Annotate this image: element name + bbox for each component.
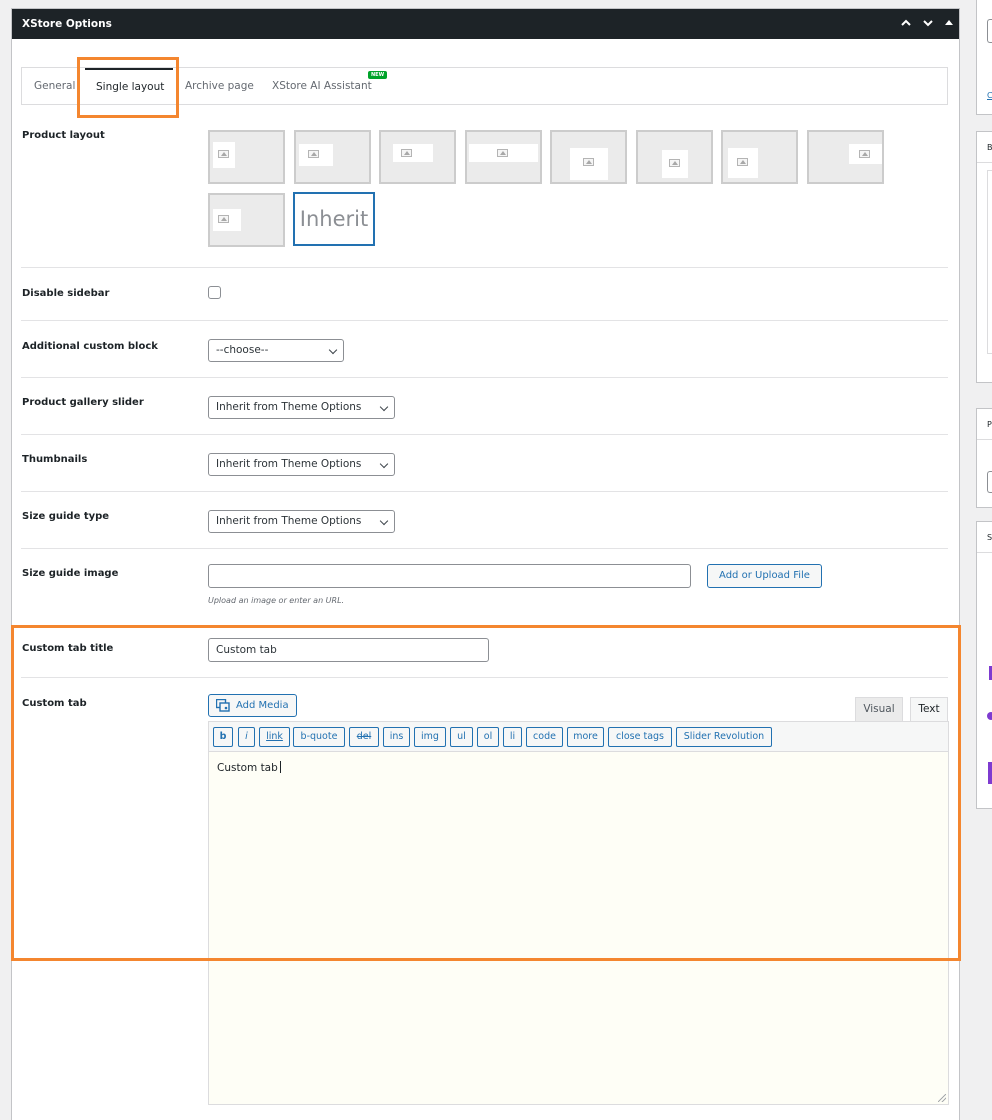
layout-option-5[interactable] [550, 130, 627, 184]
additional-custom-block-select[interactable]: --choose-- [208, 339, 344, 362]
tab-general[interactable]: General [34, 68, 75, 104]
add-media-label: Add Media [236, 700, 289, 711]
sidebar-list-box[interactable] [987, 170, 992, 354]
qt-more-button[interactable]: more [567, 727, 604, 747]
product-gallery-slider-select[interactable]: Inherit from Theme Options [208, 396, 395, 419]
row-divider [21, 377, 948, 378]
add-upload-file-button[interactable]: Add or Upload File [707, 564, 822, 588]
sidebar-panel-1: C [976, 0, 992, 115]
size-guide-type-label: Size guide type [22, 511, 110, 522]
product-layout-label: Product layout [22, 130, 105, 141]
new-badge: NEW [368, 71, 388, 79]
additional-custom-block-label: Additional custom block [22, 341, 158, 352]
product-gallery-slider-label: Product gallery slider [22, 397, 144, 408]
sidebar-panel-title: S [987, 533, 992, 542]
tab-archive-page[interactable]: Archive page [185, 68, 254, 104]
sidebar-link[interactable]: C [987, 91, 992, 100]
tab-single-layout[interactable]: Single layout [85, 68, 173, 104]
qt-blockquote-button[interactable]: b-quote [293, 727, 345, 747]
custom-tab-editor: b i link b-quote del ins img ul ol li co… [208, 721, 949, 1105]
select-value: Inherit from Theme Options [216, 515, 362, 527]
sidebar-panel-3: P [976, 408, 992, 508]
custom-tab-title-label: Custom tab title [22, 643, 114, 654]
row-divider [21, 434, 948, 435]
qt-ins-button[interactable]: ins [383, 727, 410, 747]
chevron-down-icon [379, 459, 389, 469]
layout-option-inherit[interactable]: Inherit [293, 192, 375, 246]
sidebar-input[interactable] [987, 471, 992, 493]
select-value: Inherit from Theme Options [216, 401, 362, 413]
editor-content: Custom tab [217, 762, 278, 774]
media-icon [216, 699, 230, 712]
metabox-title: XStore Options [22, 18, 112, 30]
custom-tab-textarea[interactable]: Custom tab [209, 752, 948, 1104]
qt-slider-revolution-button[interactable]: Slider Revolution [676, 727, 772, 747]
select-value: --choose-- [216, 344, 269, 356]
qt-bold-button[interactable]: b [213, 727, 233, 747]
qt-img-button[interactable]: img [414, 727, 446, 747]
thumbnails-label: Thumbnails [22, 454, 88, 465]
row-divider [21, 677, 948, 678]
visual-mode-tab[interactable]: Visual [855, 697, 903, 721]
custom-tab-title-input[interactable]: Custom tab [208, 638, 489, 662]
sidebar-input[interactable] [987, 19, 992, 43]
layout-option-2[interactable] [294, 130, 371, 184]
text-caret [279, 761, 281, 773]
layout-option-7[interactable] [721, 130, 798, 184]
disable-sidebar-checkbox[interactable] [208, 286, 221, 299]
row-divider [21, 491, 948, 492]
chevron-down-icon [379, 402, 389, 412]
add-media-button[interactable]: Add Media [208, 694, 297, 717]
sidebar-panel-title: P [987, 420, 992, 429]
sidebar-panel-4: S [976, 521, 992, 809]
qt-code-button[interactable]: code [526, 727, 563, 747]
quicktags-toolbar: b i link b-quote del ins img ul ol li co… [209, 722, 948, 752]
metabox-header: XStore Options [12, 9, 959, 39]
select-value: Inherit from Theme Options [216, 458, 362, 470]
row-divider [21, 548, 948, 549]
plugin-logo-mark [987, 712, 992, 720]
options-tabbar: General Single layout Archive page XStor… [21, 67, 948, 105]
xstore-options-metabox: XStore Options General Single layout Arc… [11, 8, 960, 1120]
qt-italic-button[interactable]: i [238, 727, 255, 747]
text-mode-tab[interactable]: Text [910, 697, 948, 721]
custom-tab-label: Custom tab [22, 698, 87, 709]
size-guide-type-select[interactable]: Inherit from Theme Options [208, 510, 395, 533]
layout-option-4[interactable] [465, 130, 542, 184]
qt-link-button[interactable]: link [259, 727, 290, 747]
size-guide-image-hint: Upload an image or enter an URL. [208, 596, 345, 605]
chevron-down-icon [328, 345, 338, 355]
qt-del-button[interactable]: del [349, 727, 379, 747]
qt-ol-button[interactable]: ol [477, 727, 499, 747]
move-down-icon[interactable] [922, 17, 934, 33]
qt-ul-button[interactable]: ul [450, 727, 473, 747]
layout-option-6[interactable] [636, 130, 713, 184]
size-guide-image-input[interactable] [208, 564, 691, 588]
chevron-down-icon [379, 516, 389, 526]
tab-xstore-ai-assistant[interactable]: XStore AI Assistant [272, 68, 372, 104]
sidebar-panel-title: B [987, 143, 992, 152]
collapse-toggle-icon[interactable] [944, 17, 954, 33]
move-up-icon[interactable] [900, 17, 912, 33]
thumbnails-select[interactable]: Inherit from Theme Options [208, 453, 395, 476]
sidebar-panel-2: B [976, 131, 992, 383]
qt-li-button[interactable]: li [503, 727, 522, 747]
layout-option-8[interactable] [807, 130, 884, 184]
layout-option-3[interactable] [379, 130, 456, 184]
size-guide-image-label: Size guide image [22, 568, 119, 579]
row-divider [21, 320, 948, 321]
row-divider [21, 267, 948, 268]
disable-sidebar-label: Disable sidebar [22, 288, 110, 299]
layout-option-9[interactable] [208, 193, 285, 247]
plugin-logo-mark [988, 762, 992, 784]
resize-handle-icon[interactable] [938, 1094, 946, 1102]
layout-option-1[interactable] [208, 130, 285, 184]
qt-close-tags-button[interactable]: close tags [608, 727, 672, 747]
